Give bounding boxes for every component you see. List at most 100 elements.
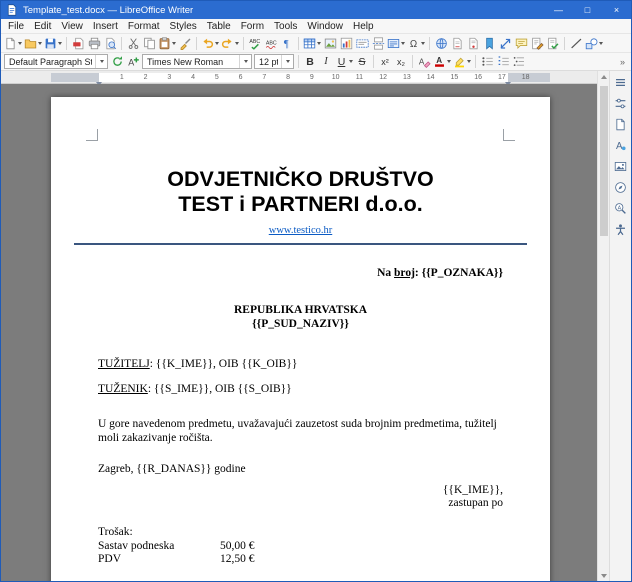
paragraph-style-dropdown-icon[interactable] [95, 55, 107, 68]
italic-button[interactable]: I [318, 53, 334, 70]
insert-hyperlink-button[interactable] [433, 35, 449, 52]
letterhead-title-line2[interactable]: TEST i PARTNERI d.o.o. [98, 192, 503, 217]
scrollbar-thumb[interactable] [600, 86, 608, 236]
date-line[interactable]: Zagreb, {{R_DANAS}} godine [98, 463, 503, 475]
track-changes-button[interactable] [529, 35, 545, 52]
highlight-color-button[interactable] [452, 53, 472, 70]
superscript-button[interactable]: x² [377, 53, 393, 70]
menu-item[interactable]: Form [236, 20, 269, 33]
insert-comment-button[interactable] [513, 35, 529, 52]
save-dropdown-icon[interactable] [58, 42, 62, 45]
minimize-button[interactable]: — [544, 1, 573, 19]
menu-item[interactable]: Table [202, 20, 236, 33]
basic-shapes-dropdown-icon[interactable] [599, 42, 603, 45]
font-name-dropdown-icon[interactable] [239, 55, 251, 68]
insert-table-dropdown-icon[interactable] [317, 42, 321, 45]
letterhead-title-line1[interactable]: ODVJETNIČKO DRUŠTVO [98, 167, 503, 192]
basic-shapes-button[interactable] [584, 35, 604, 52]
special-character-dropdown-icon[interactable] [421, 42, 425, 45]
save-button[interactable] [43, 35, 63, 52]
document-area[interactable]: ODVJETNIČKO DRUŠTVO TEST i PARTNERI d.o.… [1, 84, 597, 581]
insert-field-dropdown-icon[interactable] [401, 42, 405, 45]
sidebar-tab-styles[interactable]: A [612, 137, 630, 153]
titlebar[interactable]: Template_test.docx — LibreOffice Writer … [1, 1, 631, 19]
open-dropdown-icon[interactable] [38, 42, 42, 45]
undo-dropdown-icon[interactable] [215, 42, 219, 45]
clear-formatting-button[interactable]: A [416, 53, 432, 70]
new-document-button[interactable] [3, 35, 23, 52]
sidebar-tab-gallery[interactable] [612, 158, 630, 174]
insert-chart-button[interactable] [338, 35, 354, 52]
case-reference-line[interactable]: Na broj: {{P_OZNAKA}} [98, 267, 503, 279]
costs-block[interactable]: Trošak: Sastav podneska 50,00 € PDV 12,5… [98, 526, 503, 567]
menu-item[interactable]: File [3, 20, 29, 33]
new-style-button[interactable]: A [125, 53, 141, 70]
sidebar-settings-button[interactable] [612, 74, 630, 90]
sidebar-tab-page[interactable] [612, 116, 630, 132]
open-button[interactable] [23, 35, 43, 52]
menu-item[interactable]: Tools [269, 20, 302, 33]
clone-formatting-button[interactable] [177, 35, 193, 52]
plaintiff-line[interactable]: TUŽITELJ: {{K_IME}}, OIB {{K_OIB}} [98, 357, 503, 372]
update-style-button[interactable] [109, 53, 125, 70]
website-link[interactable]: www.testico.hr [269, 225, 332, 236]
signature-block[interactable]: {{K_IME}}, zastupan po [98, 484, 503, 510]
sidebar-tab-navigator[interactable] [612, 179, 630, 195]
document-page[interactable]: ODVJETNIČKO DRUŠTVO TEST i PARTNERI d.o.… [51, 97, 550, 581]
toolbar-overflow-button[interactable]: » [616, 57, 629, 67]
numbered-list-button[interactable] [495, 53, 511, 70]
court-block[interactable]: REPUBLIKA HRVATSKA {{P_SUD_NAZIV}} [98, 303, 503, 331]
show-changes-button[interactable] [545, 35, 561, 52]
insert-bookmark-button[interactable] [481, 35, 497, 52]
new-document-dropdown-icon[interactable] [18, 42, 22, 45]
vertical-scrollbar[interactable] [597, 71, 609, 581]
close-button[interactable]: × [602, 1, 631, 19]
scroll-up-button[interactable] [598, 71, 609, 82]
font-color-dropdown-icon[interactable] [447, 60, 451, 63]
insert-table-button[interactable] [302, 35, 322, 52]
spelling-button[interactable]: ABC [247, 35, 263, 52]
underline-button[interactable]: U [334, 53, 354, 70]
menu-item[interactable]: Window [302, 20, 348, 33]
bullet-list-button[interactable] [479, 53, 495, 70]
font-name-combobox[interactable]: Times New Roman [142, 54, 252, 69]
paste-button[interactable] [157, 35, 177, 52]
defendant-line[interactable]: TUŽENIK: {{S_IME}}, OIB {{S_OIB}} [98, 382, 503, 397]
menu-item[interactable]: Edit [29, 20, 56, 33]
outline-list-button[interactable] [511, 53, 527, 70]
insert-image-button[interactable] [322, 35, 338, 52]
copy-button[interactable] [141, 35, 157, 52]
highlight-color-dropdown-icon[interactable] [467, 60, 471, 63]
insert-field-button[interactable] [386, 35, 406, 52]
sidebar-tab-properties[interactable] [612, 95, 630, 111]
redo-dropdown-icon[interactable] [235, 42, 239, 45]
undo-button[interactable] [200, 35, 220, 52]
sidebar-tab-accessibility-check[interactable] [612, 221, 630, 237]
scroll-down-button[interactable] [598, 570, 609, 581]
paragraph-style-combobox[interactable]: Default Paragraph Style [4, 54, 108, 69]
body-paragraph[interactable]: U gore navedenom predmetu, uvažavajući z… [98, 417, 503, 445]
insert-page-break-button[interactable] [370, 35, 386, 52]
subscript-button[interactable]: x₂ [393, 53, 409, 70]
paste-dropdown-icon[interactable] [172, 42, 176, 45]
menu-item[interactable]: Insert [88, 20, 123, 33]
print-preview-button[interactable] [102, 35, 118, 52]
horizontal-ruler[interactable]: 123456789101112131415161718 [1, 71, 597, 84]
maximize-button[interactable]: □ [573, 1, 602, 19]
insert-special-character-button[interactable]: Ω [406, 35, 426, 52]
font-color-button[interactable]: A [432, 53, 452, 70]
font-size-combobox[interactable]: 12 pt [254, 54, 294, 69]
auto-spellcheck-button[interactable]: ABC [263, 35, 279, 52]
menu-item[interactable]: Styles [165, 20, 202, 33]
insert-cross-reference-button[interactable] [497, 35, 513, 52]
underline-dropdown-icon[interactable] [349, 60, 353, 63]
cut-button[interactable] [125, 35, 141, 52]
insert-textbox-button[interactable] [354, 35, 370, 52]
insert-line-button[interactable] [568, 35, 584, 52]
insert-footnote-button[interactable] [449, 35, 465, 52]
strikethrough-button[interactable]: S [354, 53, 370, 70]
print-button[interactable] [86, 35, 102, 52]
font-size-dropdown-icon[interactable] [281, 55, 293, 68]
sidebar-tab-style-inspector[interactable]: A [612, 200, 630, 216]
menu-item[interactable]: Format [123, 20, 165, 33]
